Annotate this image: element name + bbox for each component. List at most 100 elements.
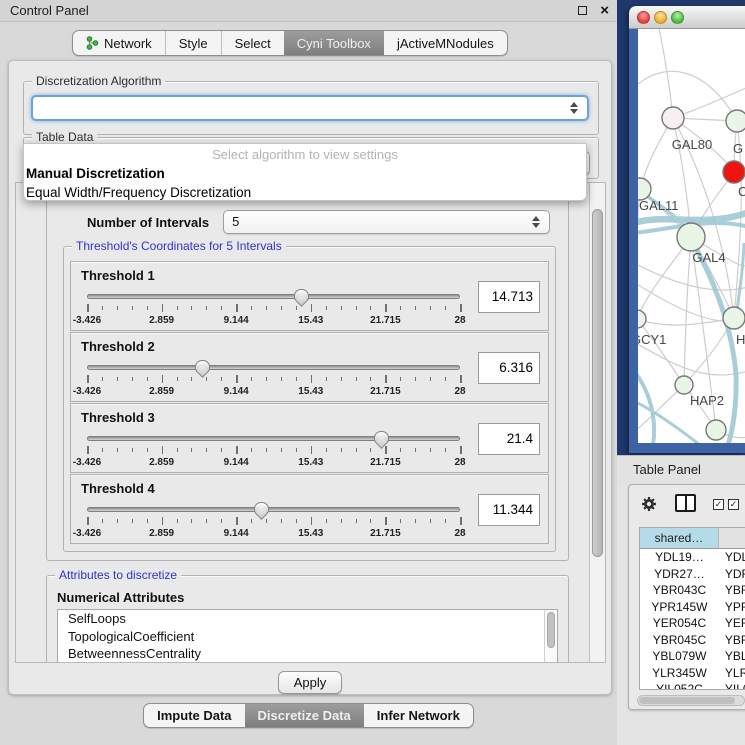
number-of-intervals-combobox[interactable]: 5 xyxy=(223,210,550,234)
threshold-slider[interactable]: -3.4262.8599.14415.4321.71528 xyxy=(87,432,460,470)
tab-network[interactable]: Network xyxy=(73,31,165,55)
apply-button[interactable]: Apply xyxy=(278,671,342,694)
numerical-attributes-list[interactable]: SelfLoopsTopologicalCoefficientBetweenne… xyxy=(57,609,558,662)
tick-mark xyxy=(102,377,103,381)
column-header-shared-name[interactable]: shared… xyxy=(640,528,719,548)
tick-mark xyxy=(356,377,357,381)
threshold-value-field[interactable]: 14.713 xyxy=(478,281,540,313)
algorithm-option-manual-discretization[interactable]: Manual Discretization xyxy=(24,164,586,183)
traffic-light-zoom-icon[interactable] xyxy=(671,11,684,24)
tick-mark xyxy=(102,448,103,452)
traffic-light-close-icon[interactable] xyxy=(637,11,650,24)
attributes-scrollbar[interactable] xyxy=(544,610,557,662)
network-node-unlabeled[interactable] xyxy=(706,420,726,440)
bottom-tab-discretize-data[interactable]: Discretize Data xyxy=(245,704,364,727)
tab-cyni-toolbox[interactable]: Cyni Toolbox xyxy=(284,31,384,55)
threshold-slider[interactable]: -3.4262.8599.14415.4321.71528 xyxy=(87,361,460,399)
network-node-hap2[interactable] xyxy=(675,376,693,394)
attribute-item-selfloops[interactable]: SelfLoops xyxy=(58,610,557,628)
settings-scrollbar-thumb[interactable] xyxy=(592,209,603,557)
checkbox-icon[interactable]: ✓ xyxy=(728,499,739,510)
app-root: Control Panel × NetworkStyleSelectCyni T… xyxy=(0,0,745,745)
algorithm-option-equal-width-frequency-discretization[interactable]: Equal Width/Frequency Discretization xyxy=(24,183,586,202)
attributes-scrollbar-thumb[interactable] xyxy=(547,612,555,648)
table-row[interactable]: YLR345WYLR3 xyxy=(640,665,745,682)
tab-select[interactable]: Select xyxy=(221,31,284,55)
threshold-value-field[interactable]: 11.344 xyxy=(478,494,540,526)
network-window-titlebar[interactable] xyxy=(629,6,745,29)
tick-mark xyxy=(191,519,192,523)
table-cell: YBR043C xyxy=(640,582,719,599)
table-row[interactable]: YDL19…YDL1 xyxy=(640,549,745,566)
attribute-item-topologicalcoefficient[interactable]: TopologicalCoefficient xyxy=(58,628,557,646)
table-row[interactable]: YIL052CYIL0 xyxy=(640,681,745,689)
slider-track[interactable] xyxy=(87,507,460,512)
table-row[interactable]: YBR043CYBR0 xyxy=(640,582,745,599)
tab-style[interactable]: Style xyxy=(165,31,221,55)
traffic-light-minimize-icon[interactable] xyxy=(654,11,667,24)
network-window[interactable]: GAL80GCGAL11GAL4GCY1HHAP2 xyxy=(629,6,745,453)
slider-track[interactable] xyxy=(87,294,460,299)
table-cell: YER0 xyxy=(719,615,745,632)
network-node-c[interactable] xyxy=(723,161,745,183)
bottom-tab-impute-data[interactable]: Impute Data xyxy=(144,704,244,727)
tick-mark xyxy=(266,306,267,310)
gear-icon[interactable] xyxy=(641,496,657,512)
combo-spinner-icon[interactable] xyxy=(570,102,578,114)
checkbox-icon[interactable]: ✓ xyxy=(713,499,724,510)
combo-spinner-icon[interactable] xyxy=(532,216,540,228)
bottom-tab-infer-network[interactable]: Infer Network xyxy=(364,704,473,727)
table-cell: YIL052C xyxy=(640,681,719,689)
table-row[interactable]: YPR145WYPR1 xyxy=(640,599,745,616)
attribute-item-betweennesscentrality[interactable]: BetweennessCentrality xyxy=(58,645,557,662)
tick-mark xyxy=(117,448,118,452)
threshold-value-field[interactable]: 21.4 xyxy=(478,423,540,455)
threshold-slider[interactable]: -3.4262.8599.14415.4321.71528 xyxy=(87,503,460,541)
threshold-value-field[interactable]: 6.316 xyxy=(478,352,540,384)
slider-track[interactable] xyxy=(87,436,460,441)
slider-thumb[interactable] xyxy=(294,289,309,300)
table-row[interactable]: YBR045CYBR0 xyxy=(640,632,745,649)
tick-mark xyxy=(400,519,401,523)
slider-thumb[interactable] xyxy=(195,360,210,371)
column-header-name[interactable]: na xyxy=(719,528,745,548)
network-node-gal80[interactable] xyxy=(662,107,684,129)
tick-mark xyxy=(445,377,446,381)
table-cell: YPR1 xyxy=(719,599,745,616)
slider-tick-labels: -3.4262.8599.14415.4321.71528 xyxy=(87,386,460,398)
network-node-gcy1[interactable] xyxy=(638,310,646,328)
tick-mark xyxy=(251,448,252,452)
number-of-intervals-label: Number of Intervals xyxy=(87,215,209,230)
slider-thumb[interactable] xyxy=(374,431,389,442)
tab-jactivemnodules[interactable]: jActiveMNodules xyxy=(384,31,507,55)
tick-label: 15.43 xyxy=(298,315,323,326)
slider-track[interactable] xyxy=(87,365,460,370)
algorithm-combobox[interactable] xyxy=(31,95,589,121)
network-node-gal4[interactable] xyxy=(677,223,705,251)
algorithm-placeholder-option[interactable]: Select algorithm to view settings xyxy=(24,147,586,164)
float-window-icon[interactable] xyxy=(578,6,587,15)
network-node-g[interactable] xyxy=(726,110,745,132)
tick-label: -3.426 xyxy=(73,528,101,539)
table-row[interactable]: YER054CYER0 xyxy=(640,615,745,632)
split-table-icon[interactable] xyxy=(675,494,696,512)
threshold-label: Threshold 3 xyxy=(81,410,155,425)
close-icon[interactable]: × xyxy=(600,1,609,21)
algorithm-dropdown-popup: Select algorithm to view settings Manual… xyxy=(23,143,587,201)
settings-vertical-scrollbar[interactable] xyxy=(589,183,605,662)
node-table-body: YDL19…YDL1YDR27…YDR2YBR043CYBR0YPR145WYP… xyxy=(640,549,745,689)
table-hscrollbar-thumb[interactable] xyxy=(639,697,735,704)
network-node-h[interactable] xyxy=(723,307,745,329)
threshold-slider[interactable]: -3.4262.8599.14415.4321.71528 xyxy=(87,290,460,328)
slider-ticks xyxy=(87,304,460,313)
table-row[interactable]: YDR27…YDR2 xyxy=(640,566,745,583)
table-horizontal-scrollbar[interactable] xyxy=(637,695,745,706)
tick-label: 21.715 xyxy=(370,386,401,397)
network-canvas[interactable]: GAL80GCGAL11GAL4GCY1HHAP2 xyxy=(638,29,745,443)
tick-mark xyxy=(102,519,103,523)
tick-mark xyxy=(236,517,238,525)
table-row[interactable]: YBL079WYBL0 xyxy=(640,648,745,665)
threshold-box: Threshold 1 -3.4262.8599.14415.4321.7152… xyxy=(70,261,549,331)
attributes-group: Attributes to discretize Numerical Attri… xyxy=(46,575,569,662)
slider-thumb[interactable] xyxy=(254,502,269,513)
